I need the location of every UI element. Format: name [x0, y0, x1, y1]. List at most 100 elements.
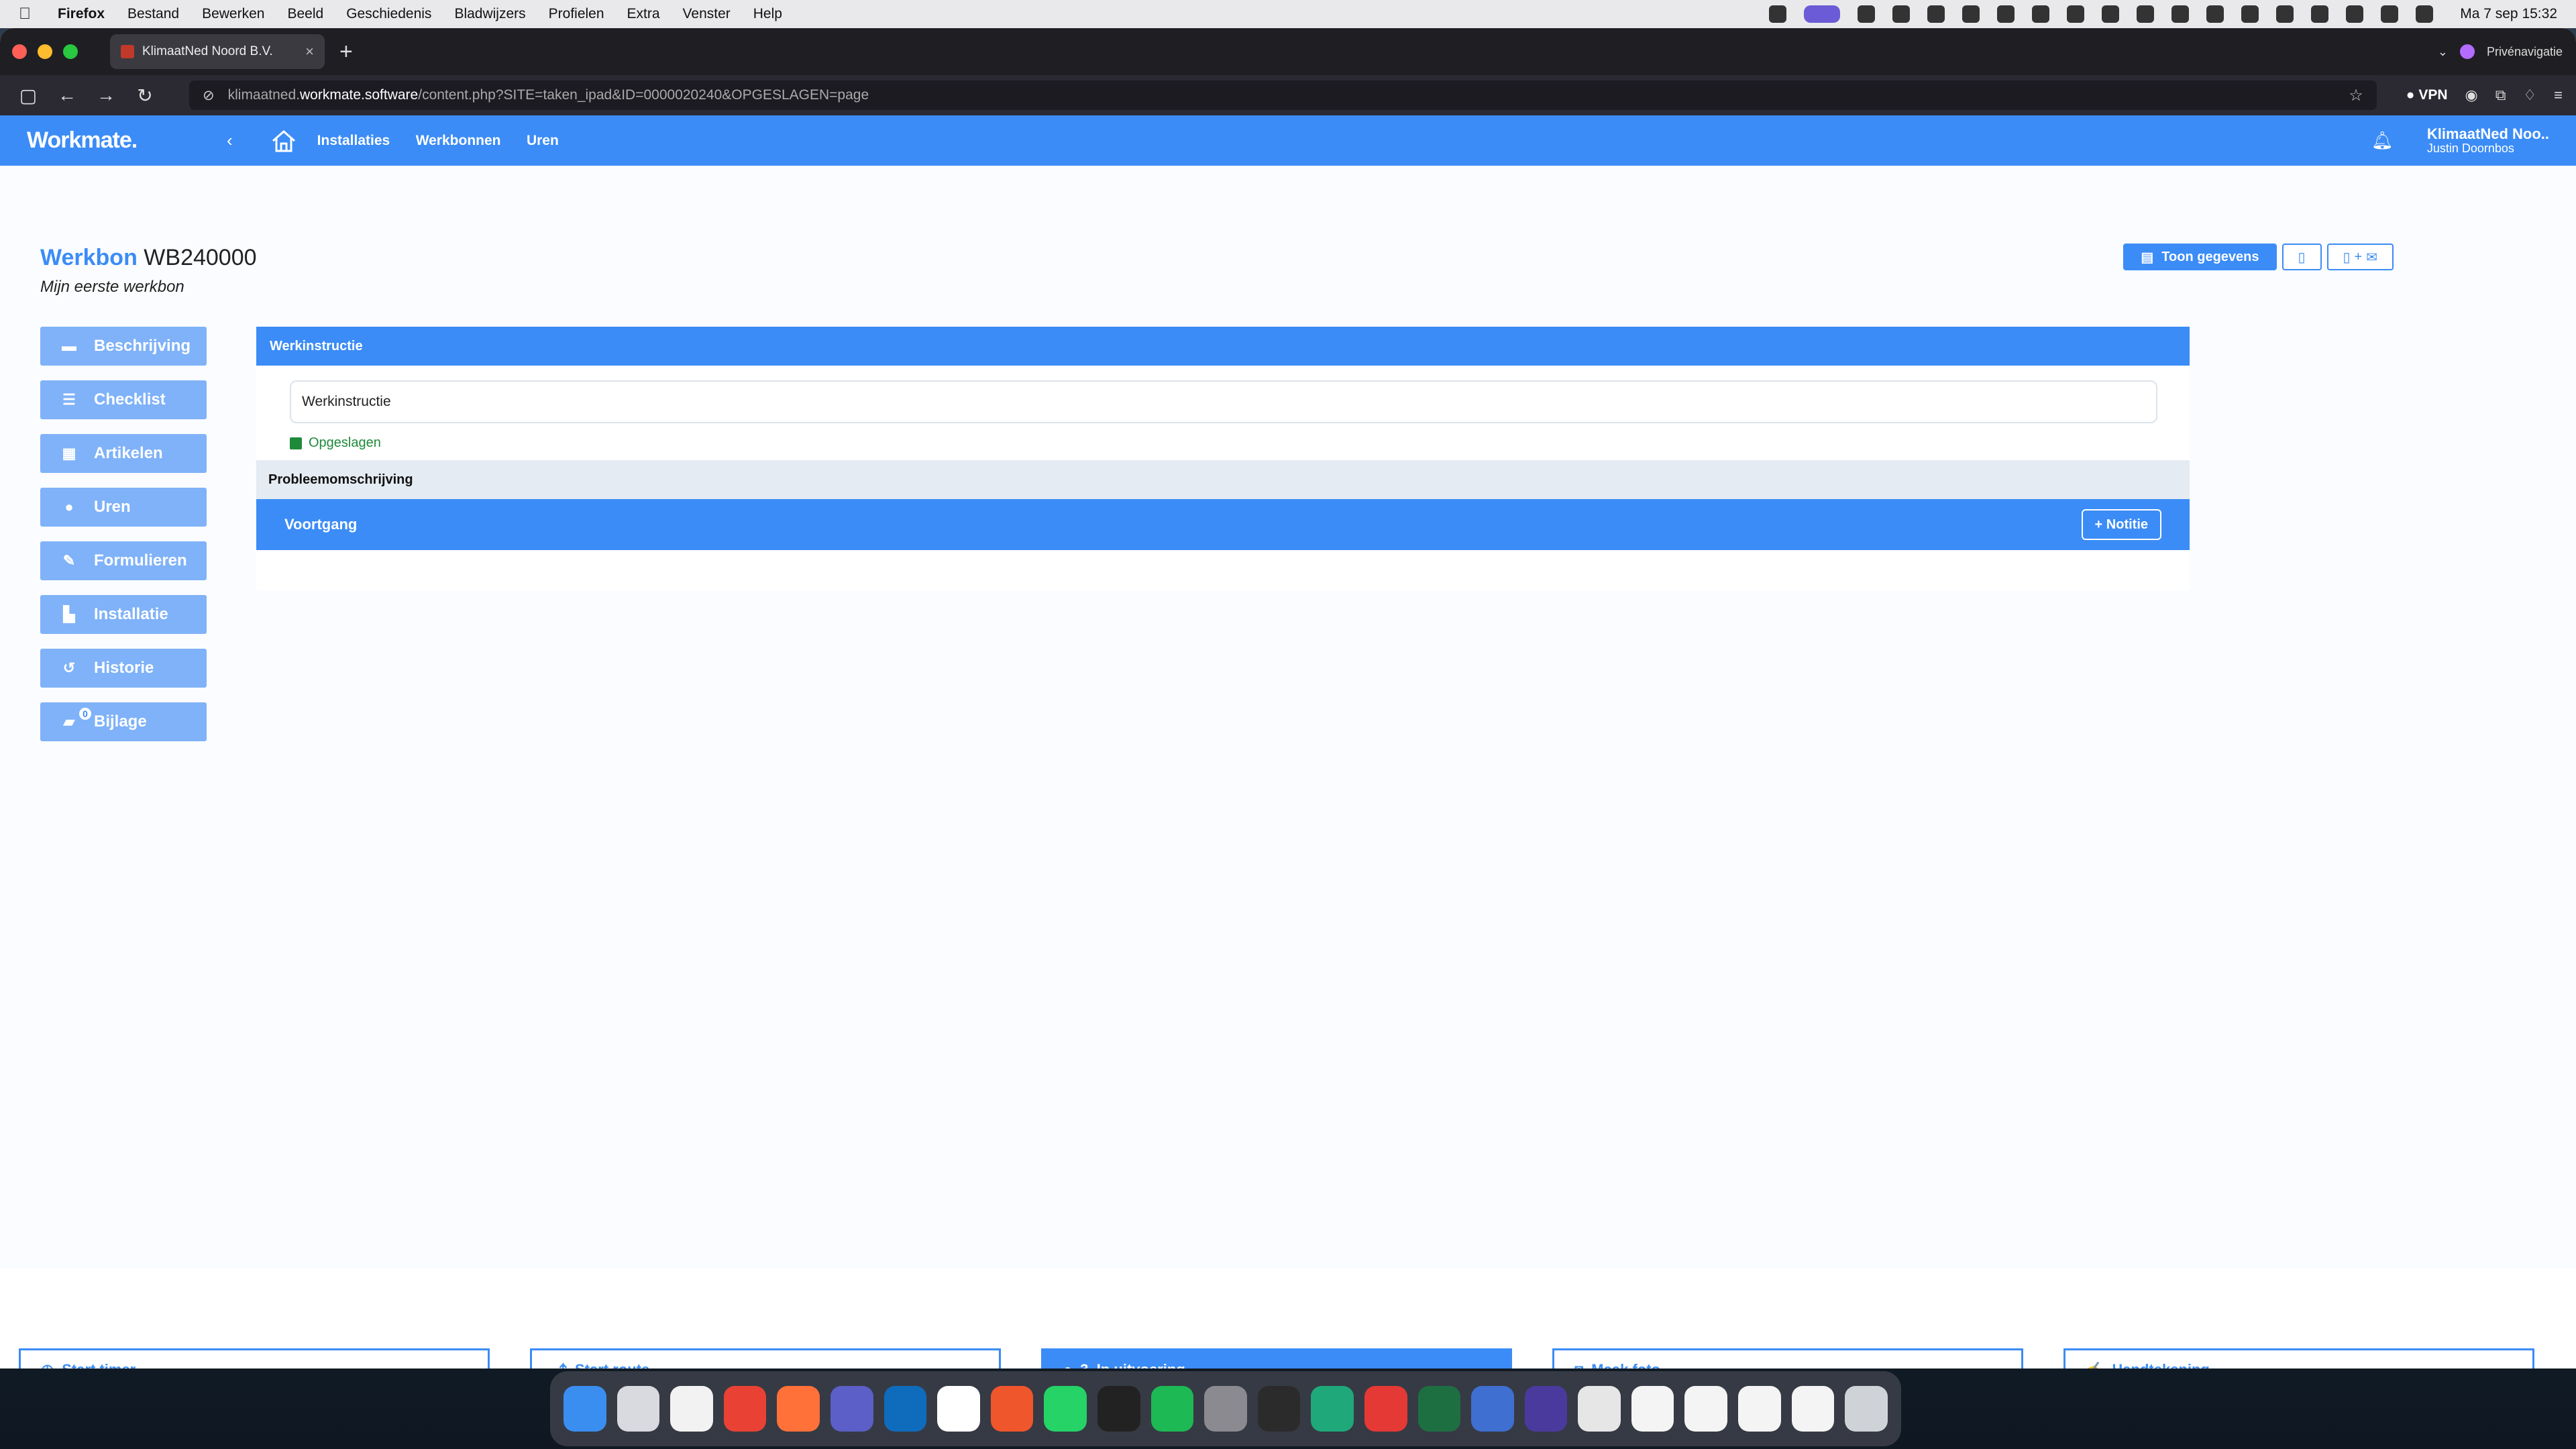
- app-icon[interactable]: [1311, 1386, 1354, 1432]
- tray-app-icon[interactable]: [2171, 5, 2190, 23]
- collapse-chevron-icon[interactable]: ‹: [227, 130, 233, 151]
- workmate-logo[interactable]: Workmate.: [27, 127, 188, 154]
- tray-app-icon[interactable]: [2032, 5, 2050, 23]
- sidebar-item-bijlage[interactable]: ▰ 0 Bijlage: [40, 702, 207, 741]
- start-timer-button[interactable]: ◷ Start timer: [19, 1348, 490, 1368]
- menu-beeld[interactable]: Beeld: [287, 6, 323, 22]
- audio-app-icon[interactable]: [1097, 1386, 1140, 1432]
- menu-venster[interactable]: Venster: [683, 6, 731, 22]
- screen-tray-icon[interactable]: [1804, 5, 1841, 23]
- sidebar-toggle-icon[interactable]: ▢: [13, 85, 43, 107]
- teams-icon[interactable]: [830, 1386, 873, 1432]
- sidebar-item-uren[interactable]: ● Uren: [40, 488, 207, 527]
- home-icon[interactable]: [270, 129, 297, 153]
- menu-bladwijzers[interactable]: Bladwijzers: [454, 6, 525, 22]
- pdf-app-icon[interactable]: [1364, 1386, 1407, 1432]
- launchpad-icon[interactable]: [616, 1386, 660, 1432]
- firefox-icon[interactable]: [777, 1386, 820, 1432]
- back-icon[interactable]: ←: [52, 85, 82, 106]
- tray-app-icon[interactable]: [1997, 5, 2015, 23]
- menu-geschiedenis[interactable]: Geschiedenis: [346, 6, 431, 22]
- app-icon[interactable]: [1524, 1386, 1568, 1432]
- user-menu[interactable]: KlimaatNed Noo.. Justin Doornbos: [2427, 125, 2549, 156]
- excel-icon[interactable]: [1417, 1386, 1461, 1432]
- app-icon[interactable]: [1471, 1386, 1514, 1432]
- add-note-button[interactable]: + Notitie: [2081, 509, 2161, 540]
- claude-icon[interactable]: [990, 1386, 1034, 1432]
- nav-uren[interactable]: Uren: [527, 133, 559, 148]
- document-icon[interactable]: [1791, 1386, 1835, 1432]
- play-tray-icon[interactable]: [2311, 5, 2329, 23]
- zoom-window-button[interactable]: [63, 44, 78, 59]
- start-route-button[interactable]: ⤴ Start route: [530, 1348, 1001, 1368]
- notion-tray-icon[interactable]: [2102, 5, 2120, 23]
- reminders-icon[interactable]: [670, 1386, 713, 1432]
- extension-icon[interactable]: ♢: [2523, 87, 2536, 104]
- sidebar-item-beschrijving[interactable]: ▬ Beschrijving: [40, 327, 207, 366]
- menu-profielen[interactable]: Profielen: [549, 6, 604, 22]
- search-tray-icon[interactable]: [1769, 5, 1787, 23]
- signature-button[interactable]: ✍ Handtekening: [2063, 1348, 2534, 1368]
- menu-extra[interactable]: Extra: [627, 6, 660, 22]
- wifi-icon[interactable]: [2276, 5, 2294, 23]
- nav-werkbonnen[interactable]: Werkbonnen: [416, 133, 501, 148]
- menubar-clock[interactable]: Ma 7 sep 15:32: [2460, 6, 2557, 22]
- control-center-icon[interactable]: [2416, 5, 2434, 23]
- tray-app-icon[interactable]: [2206, 5, 2224, 23]
- sidebar-item-checklist[interactable]: ☰ Checklist: [40, 380, 207, 419]
- apple-menu-icon[interactable]: : [19, 5, 31, 23]
- display-tray-icon[interactable]: [2241, 5, 2259, 23]
- bookmark-star-icon[interactable]: ☆: [2349, 86, 2363, 105]
- outlook-icon[interactable]: [883, 1386, 927, 1432]
- instruction-input[interactable]: [290, 380, 2157, 423]
- dropbox-tray-icon[interactable]: [2137, 5, 2155, 23]
- tray-app-icon[interactable]: [1892, 5, 1911, 23]
- nav-installaties[interactable]: Installaties: [317, 133, 390, 148]
- sidebar-item-formulieren[interactable]: ✎ Formulieren: [40, 541, 207, 580]
- menu-help[interactable]: Help: [753, 6, 782, 22]
- show-data-button[interactable]: ▤ Toon gegevens: [2123, 244, 2277, 270]
- document-icon[interactable]: [1631, 1386, 1674, 1432]
- finder-icon[interactable]: [564, 1386, 606, 1432]
- pdf-mail-button[interactable]: ▯ + ✉: [2326, 244, 2394, 270]
- vpn-button[interactable]: ● VPN: [2406, 87, 2448, 103]
- document-icon[interactable]: [1684, 1386, 1728, 1432]
- spotify-icon[interactable]: [1150, 1386, 1194, 1432]
- account-icon[interactable]: ◉: [2465, 87, 2478, 104]
- pdf-button[interactable]: ▯: [2282, 244, 2322, 270]
- status-button[interactable]: ● 3. In uitvoering: [1041, 1348, 1512, 1368]
- browser-tab[interactable]: KlimaatNed Noord B.V. ×: [110, 34, 325, 69]
- menu-icon[interactable]: ≡: [2554, 87, 2563, 104]
- tab-list-icon[interactable]: ⌄: [2438, 45, 2448, 59]
- notion-icon[interactable]: [937, 1386, 980, 1432]
- menu-app-name[interactable]: Firefox: [58, 6, 105, 22]
- reload-icon[interactable]: ↻: [130, 85, 160, 107]
- cloud-tray-icon[interactable]: [1962, 5, 1980, 23]
- system-settings-icon[interactable]: [1204, 1386, 1247, 1432]
- problem-description-header[interactable]: Probleemomschrijving: [256, 460, 2190, 499]
- minimize-window-button[interactable]: [38, 44, 52, 59]
- site-info-icon[interactable]: ⊘: [203, 87, 215, 104]
- menu-bewerken[interactable]: Bewerken: [202, 6, 264, 22]
- extensions-icon[interactable]: ⧉: [2496, 87, 2506, 104]
- take-photo-button[interactable]: ◙ Maak foto: [1552, 1348, 2023, 1368]
- menu-bestand[interactable]: Bestand: [127, 6, 179, 22]
- trash-icon[interactable]: [1845, 1386, 1888, 1432]
- new-tab-icon[interactable]: +: [339, 39, 353, 65]
- close-window-button[interactable]: [12, 44, 27, 59]
- spiral-app-icon[interactable]: [1257, 1386, 1301, 1432]
- whatsapp-icon[interactable]: [1044, 1386, 1087, 1432]
- close-tab-icon[interactable]: ×: [305, 43, 314, 60]
- forward-icon[interactable]: →: [91, 85, 121, 106]
- sidebar-item-installatie[interactable]: ▙ Installatie: [40, 595, 207, 634]
- document-icon[interactable]: [1578, 1386, 1621, 1432]
- document-icon[interactable]: [1738, 1386, 1781, 1432]
- chrome-icon[interactable]: [723, 1386, 767, 1432]
- cloud-tray-icon[interactable]: [1927, 5, 1945, 23]
- tray-app-icon[interactable]: [1858, 5, 1876, 23]
- battery-icon[interactable]: [2346, 5, 2364, 23]
- sidebar-item-historie[interactable]: ↺ Historie: [40, 649, 207, 688]
- address-bar[interactable]: ⊘ klimaatned. workmate.software/content.p…: [189, 80, 2377, 110]
- bell-icon[interactable]: 🔔︎: [2371, 130, 2394, 151]
- tray-app-icon[interactable]: [2067, 5, 2085, 23]
